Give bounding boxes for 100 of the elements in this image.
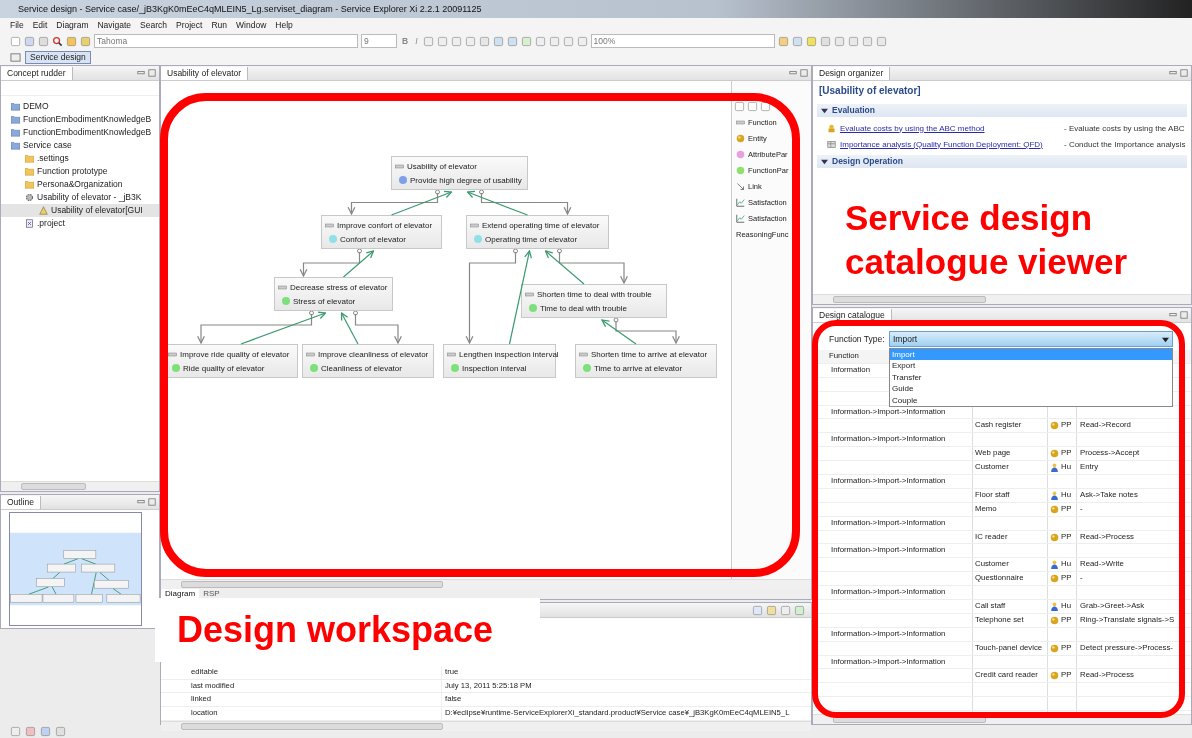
collapse-icon[interactable]: [821, 158, 828, 165]
zoom-field[interactable]: 100%: [590, 34, 775, 48]
bar-icon: [395, 161, 404, 171]
node-function: Confort of elevator: [340, 234, 406, 244]
menu-item[interactable]: Edit: [32, 20, 48, 30]
editor-tab[interactable]: RSP: [199, 589, 224, 599]
callout-label: Design workspace: [155, 598, 540, 662]
link-arrow[interactable]: [240, 311, 327, 345]
diagram-node[interactable]: Usability of elevator Provide high degree of usability: [391, 156, 528, 190]
collapse-icon[interactable]: [821, 107, 828, 114]
link[interactable]: Importance analysis (Quality Function Deployment: QFD): [840, 139, 1060, 149]
link-arrow[interactable]: [601, 319, 637, 345]
tree-item[interactable]: .project: [1, 217, 159, 230]
section-header[interactable]: Design Operation: [817, 155, 1187, 168]
minimize-icon[interactable]: [137, 69, 145, 77]
horizontal-scrollbar[interactable]: [813, 294, 1191, 304]
coins-icon: [827, 123, 836, 133]
horizontal-scrollbar[interactable]: [813, 714, 1191, 724]
node-function: Ride quality of elevator: [183, 363, 265, 373]
perspective-button[interactable]: Service design: [25, 51, 91, 64]
sphere-icon: [1050, 532, 1059, 542]
tree-item[interactable]: Service case: [1, 139, 159, 152]
minimize-icon[interactable]: [1169, 311, 1177, 319]
section-header[interactable]: Evaluation: [817, 104, 1187, 117]
menu-item[interactable]: Run: [211, 20, 228, 30]
menu-item[interactable]: File: [10, 20, 24, 30]
view-tab[interactable]: Usability of elevator: [161, 66, 249, 80]
diagram-node[interactable]: Shorten time to arrive at elevator Time to arrive at elevator: [575, 344, 717, 378]
menu-item[interactable]: Diagram: [56, 20, 89, 30]
node-title: Decrease stress of elevator: [290, 282, 388, 292]
diagram-node[interactable]: Shorten time to deal with trouble Time to deal with trouble: [521, 284, 667, 318]
diagram-node[interactable]: Improve cleanliness of elevator Cleanliness of elevator: [302, 344, 434, 378]
link-arrow[interactable]: [340, 312, 359, 345]
connector-arrow[interactable]: [479, 189, 572, 215]
sphere-icon: [1050, 671, 1059, 681]
link-arrow[interactable]: [466, 190, 529, 216]
maximize-icon[interactable]: [800, 69, 808, 77]
window-title: Service design - Service case/_jB3KgK0mEeC4qMLEIN5_Lg.serviset_diagram - Service Explorer Xi 2.2.1 20091125: [0, 0, 1192, 18]
horizontal-scrollbar[interactable]: [1, 481, 159, 491]
menu-item[interactable]: Window: [236, 20, 267, 30]
connector-arrow[interactable]: [465, 248, 518, 344]
link-arrow[interactable]: [390, 190, 453, 216]
thumbnail-drawing[interactable]: [9, 512, 142, 626]
sphere-icon: [1050, 449, 1059, 459]
diagram-node[interactable]: Lengthen inspection interval Inspection interval: [443, 344, 556, 378]
horizontal-scrollbar[interactable]: [161, 579, 811, 589]
bar-icon: [579, 349, 588, 359]
format-button[interactable]: I: [413, 36, 420, 46]
tree-item[interactable]: Function prototype: [1, 165, 159, 178]
menu-item[interactable]: Search: [140, 20, 167, 30]
function-type-dropdown[interactable]: Import: [889, 331, 1173, 347]
connector-arrow[interactable]: [299, 248, 362, 277]
view-tab[interactable]: Design organizer: [813, 66, 891, 80]
minimize-icon[interactable]: [1169, 69, 1177, 77]
link-arrow[interactable]: [342, 250, 375, 278]
diagram-node[interactable]: Decrease stress of elevator Stress of elevator: [274, 277, 393, 311]
font-field[interactable]: Tahoma: [94, 34, 358, 48]
maximize-icon[interactable]: [148, 498, 156, 506]
bar-icon: [168, 349, 177, 359]
maximize-icon[interactable]: [1180, 69, 1188, 77]
dropdown-option[interactable]: Transfer: [890, 371, 1172, 384]
maximize-icon[interactable]: [1180, 311, 1188, 319]
horizontal-scrollbar[interactable]: [161, 720, 811, 731]
connector-arrow[interactable]: [347, 189, 440, 215]
view-tab[interactable]: Outline: [1, 495, 41, 509]
arrow-icon: [736, 181, 745, 191]
tree-item[interactable]: FunctionEmbodimentKnowledgeB: [1, 113, 159, 126]
tree-item[interactable]: Persona&Organization: [1, 178, 159, 191]
connector-arrow[interactable]: [197, 310, 314, 344]
bar-icon: [525, 289, 534, 299]
tree-item[interactable]: FunctionEmbodimentKnowledgeB: [1, 126, 159, 139]
node-title: Shorten time to deal with trouble: [537, 289, 652, 299]
view-tab[interactable]: Concept rudder: [1, 66, 73, 80]
connector-arrow[interactable]: [353, 310, 402, 344]
connector-arrow[interactable]: [613, 317, 680, 344]
tree-item[interactable]: .settings: [1, 152, 159, 165]
callout-label: Service design catalogue viewer: [845, 197, 1129, 283]
minimize-icon[interactable]: [137, 498, 145, 506]
link-arrow[interactable]: [508, 250, 532, 345]
tree-item[interactable]: Usability of elevator[GUI: [1, 204, 159, 217]
node-title: Improve cleanliness of elevator: [318, 349, 429, 359]
dropdown-option[interactable]: Guide: [890, 383, 1172, 395]
tree-item[interactable]: Usability of elevator - _jB3K: [1, 191, 159, 204]
table-icon: [827, 139, 836, 149]
font-size-field[interactable]: 9: [361, 34, 397, 48]
dropdown-option[interactable]: Export: [890, 360, 1172, 372]
minimize-icon[interactable]: [789, 69, 797, 77]
menu-item[interactable]: Project: [176, 20, 203, 30]
maximize-icon[interactable]: [148, 69, 156, 77]
diagram-node[interactable]: Improve confort of elevator Confort of elevator: [321, 215, 442, 249]
link-arrow[interactable]: [544, 250, 585, 285]
menu-item[interactable]: Navigate: [97, 20, 132, 30]
connector-arrow[interactable]: [557, 248, 628, 284]
link[interactable]: Evaluate costs by using the ABC method: [840, 123, 1060, 133]
diagram-node[interactable]: Extend operating time of elevator Operating time of elevator: [466, 215, 609, 249]
node-title: Extend operating time of elevator: [482, 220, 600, 230]
dropdown-option[interactable]: Couple: [890, 394, 1172, 406]
tree-item[interactable]: DEMO: [1, 100, 159, 113]
search-icon[interactable]: [52, 35, 63, 47]
menu-item[interactable]: Help: [275, 20, 293, 30]
